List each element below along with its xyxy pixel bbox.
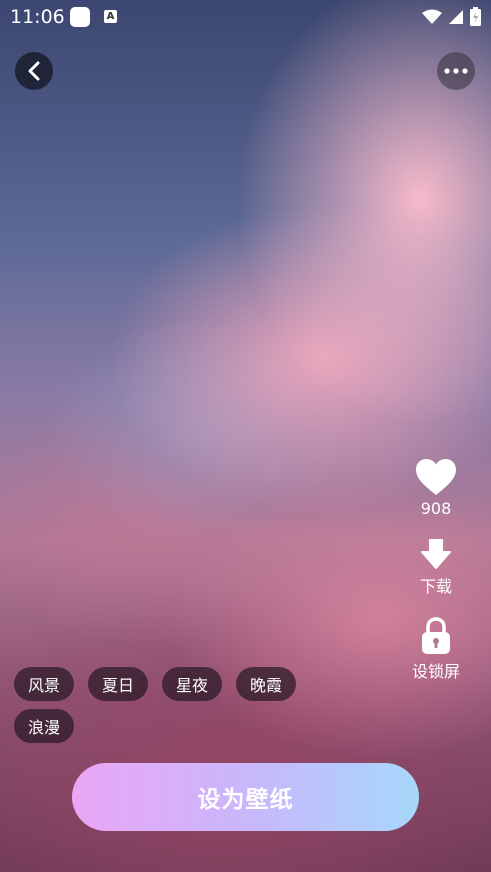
back-button[interactable] bbox=[15, 52, 53, 90]
tag-chip[interactable]: 晚霞 bbox=[236, 667, 297, 701]
like-button[interactable]: 908 bbox=[409, 458, 463, 518]
set-wallpaper-button[interactable]: 设为壁纸 bbox=[72, 763, 419, 831]
set-lockscreen-button[interactable]: 设锁屏 bbox=[409, 617, 463, 682]
status-bar: 11:06 A bbox=[0, 0, 491, 34]
status-time: 11:06 bbox=[10, 6, 65, 28]
heart-icon bbox=[416, 459, 456, 495]
tag-list: 风景 夏日 星夜 晚霞 浪漫 bbox=[14, 667, 314, 743]
tag-chip[interactable]: 风景 bbox=[14, 667, 75, 701]
wifi-icon bbox=[422, 9, 442, 24]
chevron-left-icon bbox=[28, 61, 40, 81]
status-indicators bbox=[422, 7, 481, 26]
lock-icon bbox=[422, 617, 450, 654]
battery-icon bbox=[470, 7, 481, 26]
signal-icon bbox=[449, 9, 463, 24]
like-count: 908 bbox=[420, 499, 452, 518]
lockscreen-label: 设锁屏 bbox=[411, 662, 460, 681]
more-options-button[interactable] bbox=[437, 52, 475, 90]
more-dots-icon bbox=[444, 68, 468, 74]
download-arrow-icon bbox=[421, 539, 451, 569]
side-actions: 908 下载 设锁屏 bbox=[409, 458, 463, 702]
notification-app-icon bbox=[70, 7, 90, 27]
notification-a-icon: A bbox=[104, 10, 117, 23]
download-label: 下载 bbox=[419, 577, 452, 596]
tag-chip[interactable]: 浪漫 bbox=[14, 709, 75, 743]
tag-chip[interactable]: 夏日 bbox=[88, 667, 149, 701]
tag-chip[interactable]: 星夜 bbox=[162, 667, 223, 701]
download-button[interactable]: 下载 bbox=[409, 538, 463, 597]
